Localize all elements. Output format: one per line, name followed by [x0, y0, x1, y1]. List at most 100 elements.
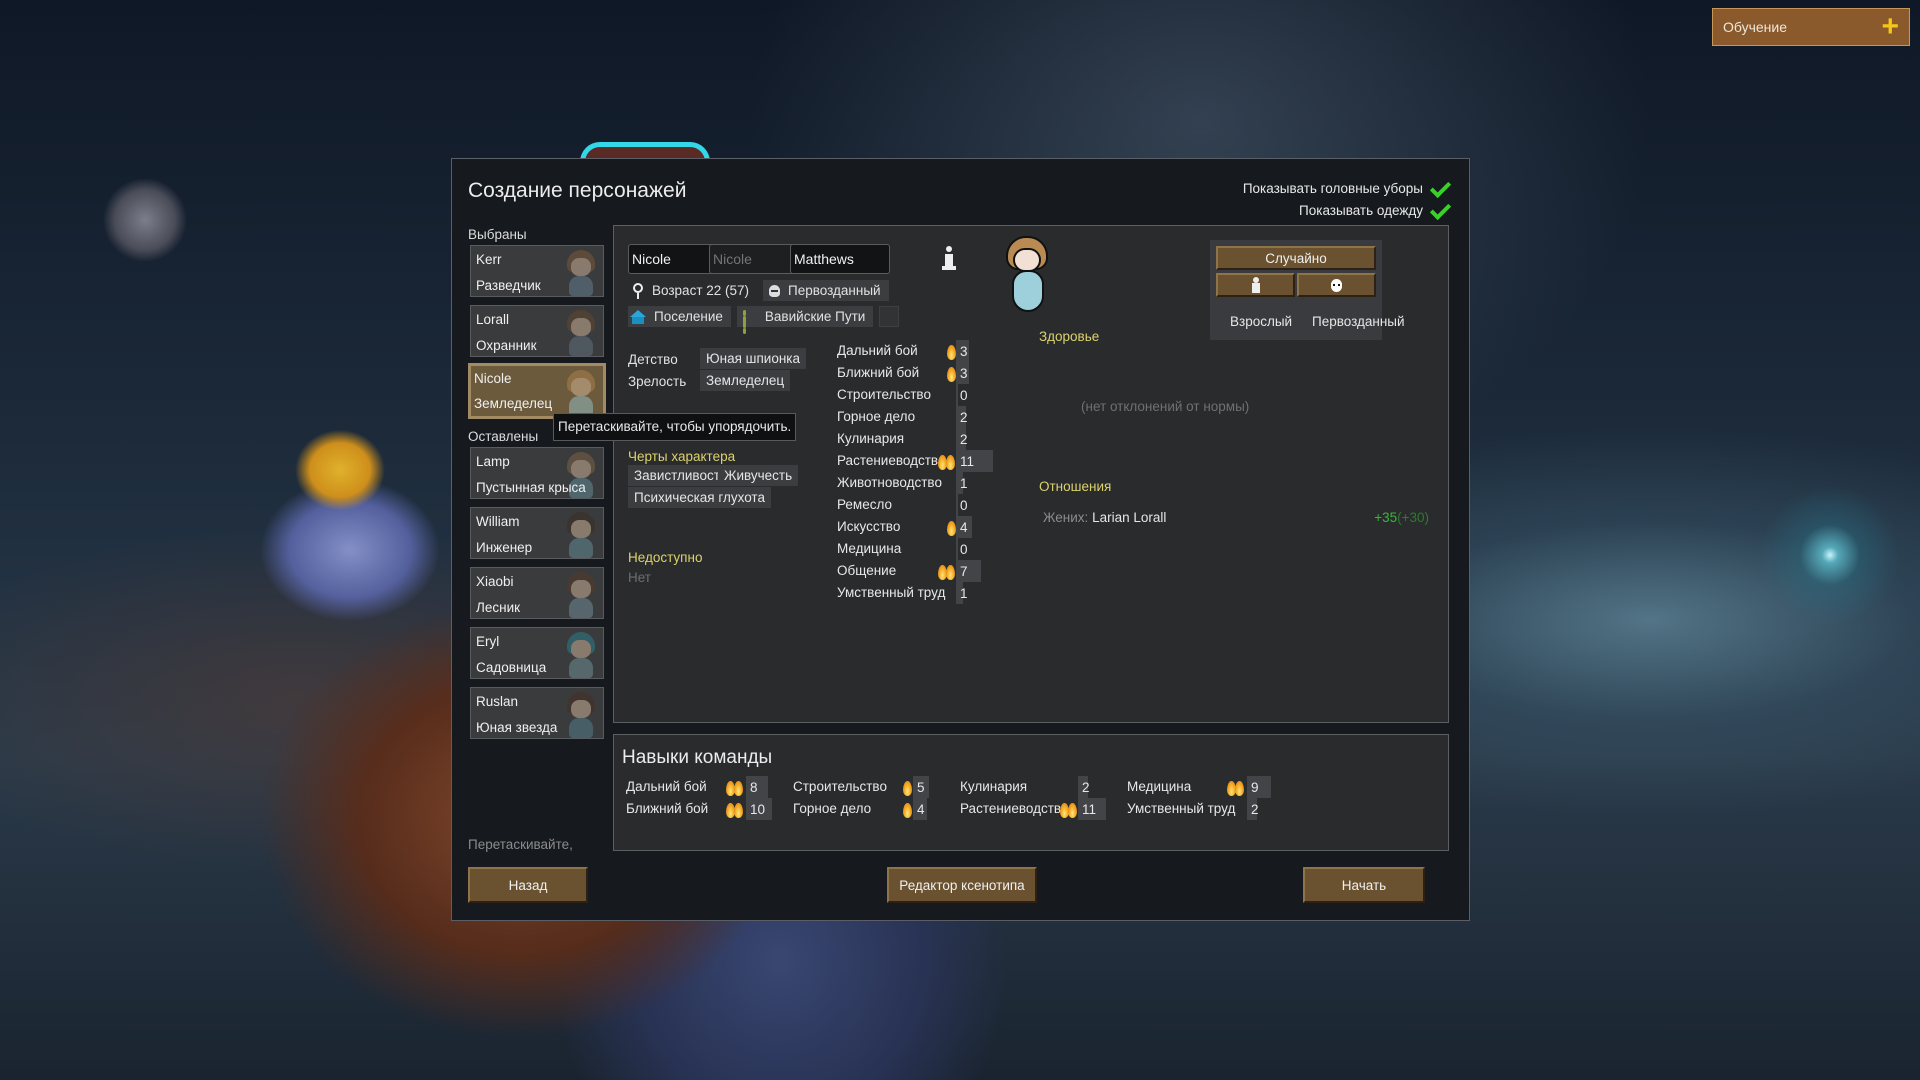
passion-flame-icon: [941, 366, 957, 382]
toggle-label: Показывать одежду: [1299, 202, 1423, 218]
info-icon[interactable]: [941, 246, 957, 272]
trait-chip[interactable]: Живучесть: [718, 465, 799, 486]
team-skill-row: Медицина 9: [1127, 776, 1317, 798]
passion-flame-icon: [941, 520, 957, 536]
faction-chip[interactable]: Поселение: [628, 306, 731, 327]
team-skill-value: 2: [1251, 802, 1259, 817]
skill-name: Общение: [837, 563, 897, 578]
age-chip[interactable]: Возраст 22 (57): [628, 280, 757, 301]
adult-icon: [1251, 277, 1261, 293]
skill-row[interactable]: Умственный труд 1: [837, 582, 1037, 604]
relation-name: Larian Lorall: [1092, 510, 1167, 525]
skill-value: 3: [960, 344, 968, 359]
adult-button[interactable]: [1216, 273, 1295, 297]
empty-slot[interactable]: [879, 306, 900, 327]
toggle-show-clothes[interactable]: Показывать одежду: [1243, 199, 1451, 221]
selected-pawns-label: Выбраны: [468, 227, 527, 242]
passion-flame-icon: [938, 454, 955, 470]
xenotype-editor-button[interactable]: Редактор ксенотипа: [887, 867, 1037, 903]
no-passion: [941, 410, 957, 426]
pawn-name: Nicole: [474, 371, 512, 386]
skill-row[interactable]: Ближний бой 3: [837, 362, 1037, 384]
xenotype-button[interactable]: [1297, 273, 1376, 297]
checkmark-icon[interactable]: [1429, 178, 1451, 198]
ideology-icon: [742, 309, 757, 334]
toggle-show-headgear[interactable]: Показывать головные уборы: [1243, 177, 1451, 199]
pawn-title: Пустынная крыса: [476, 480, 586, 495]
pawn-card[interactable]: Eryl Садовница: [470, 627, 604, 679]
faction-ideology-row: Поселение Вавийские Пути: [628, 306, 900, 334]
xenotype-chip[interactable]: Первозданный: [763, 280, 889, 301]
xenotype-icon: [769, 284, 781, 297]
pawn-portrait-icon: [563, 310, 599, 356]
skill-name: Искусство: [837, 519, 901, 534]
randomize-button[interactable]: Случайно: [1216, 246, 1376, 270]
incapable-heading: Недоступно: [628, 550, 703, 565]
team-skill-value: 10: [750, 802, 766, 817]
checkmark-icon[interactable]: [1429, 200, 1451, 220]
pawn-portrait-icon: [563, 512, 599, 558]
trait-chip[interactable]: Психическая глухота: [628, 487, 771, 508]
pawn-card[interactable]: Xiaobi Лесник: [470, 567, 604, 619]
childhood-backstory[interactable]: Юная шпионка: [700, 348, 807, 369]
age-label: Возраст 22 (57): [652, 283, 750, 298]
pawn-card[interactable]: Nicole Земледелец: [468, 363, 606, 419]
team-skills-panel: Навыки команды Дальний бой 8 Ближний бой…: [613, 734, 1449, 851]
xenotype-small-label: Первозданный: [1312, 314, 1405, 329]
skill-row[interactable]: Горное дело 2: [837, 406, 1037, 428]
pawn-title: Садовница: [476, 660, 547, 675]
childhood-label: Детство: [628, 352, 678, 367]
team-skill-name: Дальний бой: [626, 779, 707, 794]
skill-name: Кулинария: [837, 431, 905, 446]
left-behind-label: Оставлены: [468, 429, 539, 444]
skill-row[interactable]: Животноводство 1: [837, 472, 1037, 494]
skill-name: Умственный труд: [837, 585, 946, 600]
pawn-title: Земледелец: [474, 396, 553, 411]
pawn-card[interactable]: Lamp Пустынная крыса: [470, 447, 604, 499]
team-skill-name: Растениеводство: [960, 801, 1069, 816]
skill-row[interactable]: Дальний бой 3: [837, 340, 1037, 362]
xenotype-face-icon: [1331, 278, 1342, 292]
pawn-name: Xiaobi: [476, 574, 514, 589]
skill-value: 0: [960, 388, 968, 403]
skill-row[interactable]: Медицина 0: [837, 538, 1037, 560]
pawn-portrait: [1004, 236, 1052, 316]
tutorial-button[interactable]: Обучение +: [1712, 8, 1910, 46]
pawn-card[interactable]: Ruslan Юная звезда: [470, 687, 604, 739]
pawn-title: Инженер: [476, 540, 533, 555]
skill-row[interactable]: Строительство 0: [837, 384, 1037, 406]
pawn-name: William: [476, 514, 520, 529]
tooltip: Перетаскивайте, чтобы упорядочить.: [553, 413, 797, 441]
skill-name: Ремесло: [837, 497, 892, 512]
pawn-portrait-icon: [563, 250, 599, 296]
skill-row[interactable]: Кулинария 2: [837, 428, 1037, 450]
no-passion: [941, 476, 957, 492]
pawn-card[interactable]: Kerr Разведчик: [470, 245, 604, 297]
faction-label: Поселение: [654, 309, 723, 324]
skill-row[interactable]: Растениеводство 11: [837, 450, 1037, 472]
passion-flame-icon: [726, 780, 744, 796]
back-button[interactable]: Назад: [468, 867, 588, 903]
team-skill-row: Горное дело 4: [793, 798, 983, 820]
skill-name: Растениеводство: [837, 453, 946, 468]
pawn-card[interactable]: William Инженер: [470, 507, 604, 559]
passion-flame-icon: [1227, 780, 1245, 796]
skill-row[interactable]: Искусство 4: [837, 516, 1037, 538]
ideology-chip[interactable]: Вавийские Пути: [736, 306, 874, 334]
start-button[interactable]: Начать: [1303, 867, 1425, 903]
pawn-title: Разведчик: [476, 278, 541, 293]
team-skill-name: Горное дело: [793, 801, 872, 816]
team-skill-row: Растениеводство 11: [960, 798, 1150, 820]
pawn-portrait-icon: [563, 632, 599, 678]
skill-bar: [956, 494, 958, 516]
skill-row[interactable]: Ремесло 0: [837, 494, 1037, 516]
no-passion: [941, 432, 957, 448]
pawn-portrait-icon: [563, 692, 599, 738]
adulthood-backstory[interactable]: Земледелец: [700, 370, 791, 391]
pawn-card[interactable]: Lorall Охранник: [470, 305, 604, 357]
no-passion: [941, 586, 957, 602]
last-name-input[interactable]: [790, 244, 890, 274]
relation-row[interactable]: Жених: Larian Lorall +35(+30): [1043, 510, 1443, 525]
skill-row[interactable]: Общение 7: [837, 560, 1037, 582]
team-skill-value: 9: [1251, 780, 1259, 795]
